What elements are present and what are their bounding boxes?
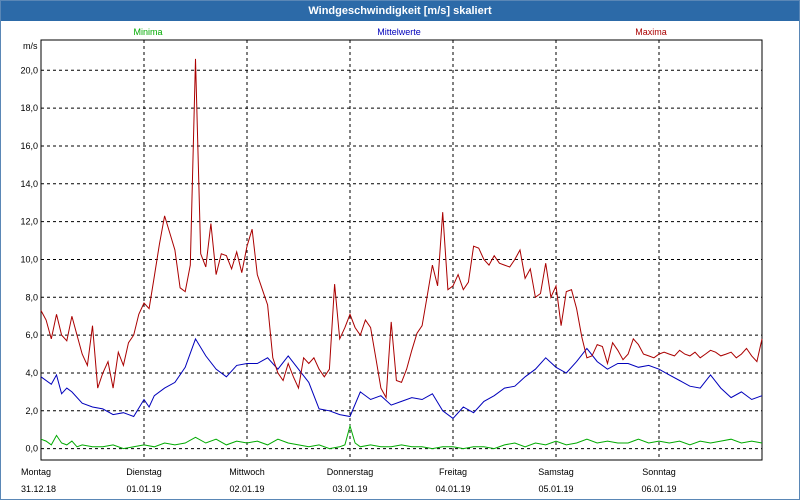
x-tick-day: Samstag xyxy=(538,467,574,477)
plot-frame xyxy=(40,39,763,461)
y-tick-label: 4,0 xyxy=(25,368,38,378)
legend-entry-mittelwerte: Mittelwerte xyxy=(377,27,421,37)
series-lines xyxy=(40,58,763,450)
x-axis-ticks: Montag 31.12.18 Dienstag 01.01.19 Mittwoch 02… xyxy=(21,467,677,494)
series-line-mittelwerte xyxy=(40,337,763,420)
x-tick-day: Freitag xyxy=(439,467,467,477)
x-tick-day: Donnerstag xyxy=(327,467,374,477)
series-line-maxima xyxy=(40,58,763,400)
y-tick-label: 0,0 xyxy=(25,444,38,454)
wind-speed-chart: 0,02,04,06,08,010,012,014,016,018,020,0 … xyxy=(20,27,763,494)
x-tick-date: 06.01.19 xyxy=(641,484,676,494)
y-tick-label: 20,0 xyxy=(20,65,38,75)
y-tick-label: 8,0 xyxy=(25,292,38,302)
y-tick-label: 14,0 xyxy=(20,179,38,189)
legend-entry-maxima: Maxima xyxy=(635,27,667,37)
x-tick-day: Mittwoch xyxy=(229,467,265,477)
legend: Minima Mittelwerte Maxima xyxy=(133,27,666,37)
x-tick-date: 03.01.19 xyxy=(332,484,367,494)
x-tick-date: 04.01.19 xyxy=(435,484,470,494)
x-tick-day: Sonntag xyxy=(642,467,676,477)
y-tick-label: 6,0 xyxy=(25,330,38,340)
grid xyxy=(41,40,762,460)
y-axis-ticks: 0,0 2,0 4,0 6,0 8,0 10,0 12,0 14,0 16,0 18,0 20,0 xyxy=(20,65,38,453)
y-tick-label: 10,0 xyxy=(20,254,38,264)
y-tick-label: 16,0 xyxy=(20,141,38,151)
x-tick-day: Montag xyxy=(21,467,51,477)
x-tick-date: 01.01.19 xyxy=(126,484,161,494)
y-tick-label: 2,0 xyxy=(25,406,38,416)
y-tick-label: 12,0 xyxy=(20,217,38,227)
x-tick-date: 02.01.19 xyxy=(229,484,264,494)
chart-window: Windgeschwindigkeit [m/s] skaliert 0,0 2,… xyxy=(0,0,800,500)
x-tick-day: Dienstag xyxy=(126,467,162,477)
x-tick-date: 05.01.19 xyxy=(538,484,573,494)
y-axis-label: m/s xyxy=(23,41,38,51)
y-tick-label: 18,0 xyxy=(20,103,38,113)
legend-entry-minima: Minima xyxy=(133,27,162,37)
series-line-minima xyxy=(40,424,763,450)
x-tick-date: 31.12.18 xyxy=(21,484,56,494)
window-title: Windgeschwindigkeit [m/s] skaliert xyxy=(1,1,799,21)
